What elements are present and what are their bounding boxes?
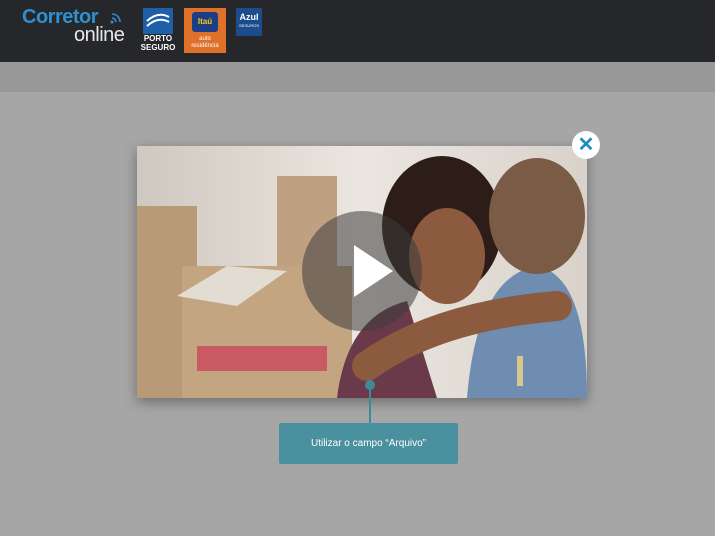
corretor-online-logo[interactable]: Corretor online xyxy=(22,6,134,46)
itau-badge: Itaú xyxy=(192,12,218,32)
close-icon[interactable]: ✕ xyxy=(578,134,595,156)
itau-label-2: residência xyxy=(191,43,219,49)
video-player[interactable] xyxy=(137,146,587,398)
sub-bar xyxy=(0,62,715,92)
video-thumbnail xyxy=(137,146,587,398)
azul-label: Azul xyxy=(239,12,259,22)
azul-sub-label: SEGUROS xyxy=(238,23,259,28)
azul-seguros-logo[interactable]: Azul SEGUROS xyxy=(236,8,262,36)
logo-text-online: online xyxy=(74,24,125,46)
itau-logo[interactable]: Itaú auto residência xyxy=(184,8,226,53)
hint-tooltip: Utilizar o campo “Arquivo” xyxy=(279,423,458,464)
tooltip-connector xyxy=(369,384,371,424)
porto-label-2: SEGURO xyxy=(140,43,176,52)
close-button[interactable]: ✕ xyxy=(572,131,600,159)
signal-icon xyxy=(110,13,121,24)
porto-label-1: PORTO xyxy=(143,34,173,43)
top-bar: Corretor online PORTO SEGURO Itaú auto r… xyxy=(0,0,715,62)
porto-flag-icon xyxy=(143,8,173,34)
porto-seguro-logo[interactable]: PORTO SEGURO xyxy=(140,8,176,54)
tooltip-anchor-dot xyxy=(365,380,375,390)
itau-label-1: auto xyxy=(199,36,211,42)
